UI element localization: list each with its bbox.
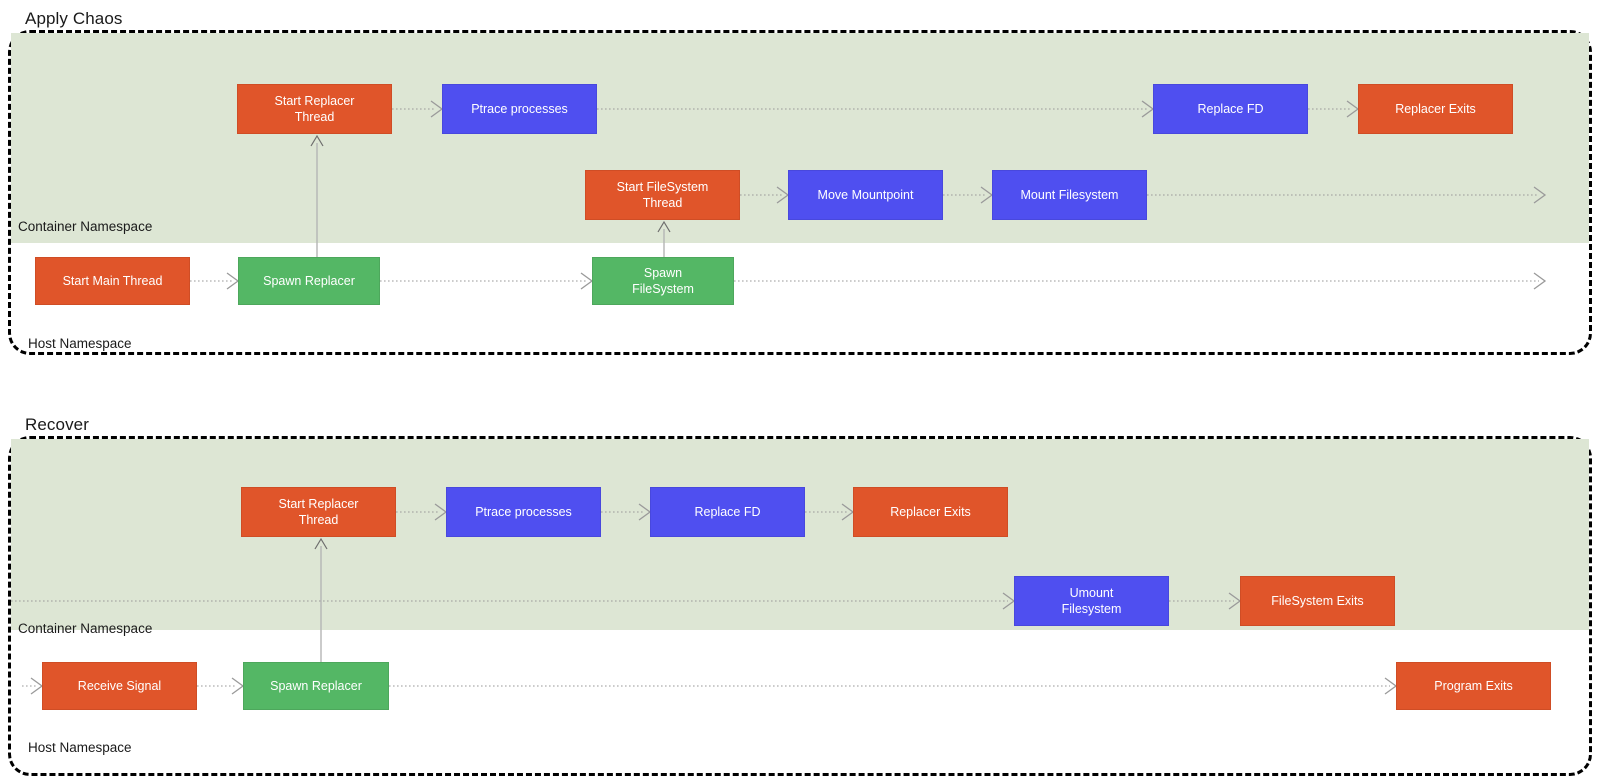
section-title-apply-chaos: Apply Chaos [25, 9, 123, 28]
rc-ptrace-processes[interactable]: Ptrace processes [446, 487, 601, 537]
ac-spawn-replacer[interactable]: Spawn Replacer [238, 257, 380, 305]
rc-spawn-replacer[interactable]: Spawn Replacer [243, 662, 389, 710]
ac-start-main-thread[interactable]: Start Main Thread [35, 257, 190, 305]
rc-replace-fd[interactable]: Replace FD [650, 487, 805, 537]
ac-mount-filesystem[interactable]: Mount Filesystem [992, 170, 1147, 220]
container-namespace-label-recover: Container Namespace [18, 621, 153, 636]
rc-filesystem-exits[interactable]: FileSystem Exits [1240, 576, 1395, 626]
container-namespace-label-apply-chaos: Container Namespace [18, 219, 153, 234]
ac-replace-fd[interactable]: Replace FD [1153, 84, 1308, 134]
diagram-canvas: Apply Chaos Container Namespace Host Names… [0, 0, 1600, 780]
host-namespace-label-apply-chaos: Host Namespace [28, 336, 132, 351]
rc-umount-filesystem[interactable]: Umount Filesystem [1014, 576, 1169, 626]
rc-start-replacer-thread[interactable]: Start Replacer Thread [241, 487, 396, 537]
host-namespace-label-recover: Host Namespace [28, 740, 132, 755]
ac-spawn-filesystem[interactable]: Spawn FileSystem [592, 257, 734, 305]
ac-replacer-exits[interactable]: Replacer Exits [1358, 84, 1513, 134]
rc-receive-signal[interactable]: Receive Signal [42, 662, 197, 710]
rc-program-exits[interactable]: Program Exits [1396, 662, 1551, 710]
ac-start-replacer-thread[interactable]: Start Replacer Thread [237, 84, 392, 134]
ac-start-filesystem-thread[interactable]: Start FileSystem Thread [585, 170, 740, 220]
rc-replacer-exits[interactable]: Replacer Exits [853, 487, 1008, 537]
ac-move-mountpoint[interactable]: Move Mountpoint [788, 170, 943, 220]
ac-ptrace-processes[interactable]: Ptrace processes [442, 84, 597, 134]
section-title-recover: Recover [25, 415, 90, 434]
